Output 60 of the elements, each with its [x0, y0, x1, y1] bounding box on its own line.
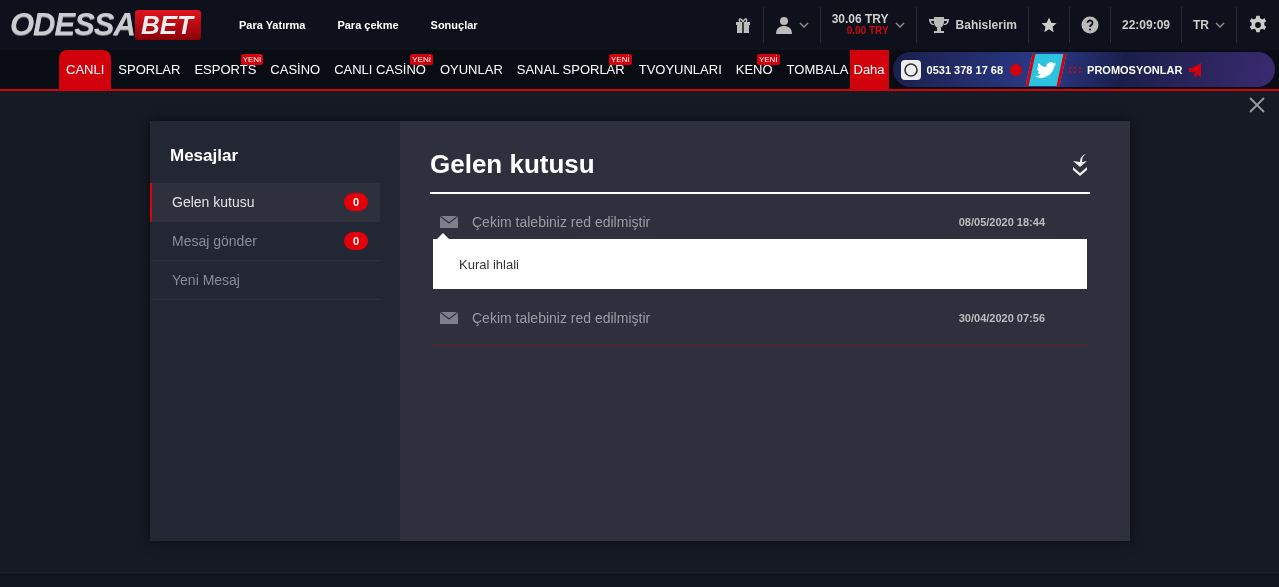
settings-icon[interactable] — [1248, 15, 1268, 35]
message-item[interactable]: Çekim talebiniz red edilmiştir 08/05/2020 18:44 Kural ihlali — [430, 194, 1090, 290]
user-icon[interactable] — [774, 16, 793, 34]
message-date: 08/05/2020 18:44 — [958, 216, 1045, 228]
new-badge: YENİ — [240, 54, 264, 65]
sidebar-item[interactable]: Yeni Mesaj — [150, 261, 380, 300]
trophy-icon — [927, 16, 950, 34]
top-link[interactable]: Para çekme — [337, 19, 399, 31]
nav-tab[interactable]: OYUNLAR — [432, 50, 510, 89]
new-badge: YENİ — [609, 54, 632, 65]
top-link[interactable]: Para Yatırma — [238, 19, 306, 31]
nav-tab[interactable]: KENO YENİ — [728, 50, 780, 89]
sidebar-item-label: Mesaj gönder — [172, 233, 257, 249]
whatsapp-icon[interactable] — [900, 59, 921, 80]
inbox-title: Gelen kutusu — [430, 149, 595, 180]
message-date: 30/04/2020 07:56 — [958, 312, 1045, 324]
promotions-link[interactable]: PROMOSYONLAR — [1087, 63, 1183, 76]
sidebar-item-label: Gelen kutusu — [172, 194, 255, 210]
top-link[interactable]: Sonuçlar — [430, 19, 478, 31]
promo-banner[interactable]: 0531 378 17 68 PROMOSYONLAR — [892, 52, 1275, 87]
bonus-amount: 0.00 TRY — [846, 25, 889, 37]
sidebar-item[interactable]: Gelen kutusu 0 — [150, 183, 380, 222]
sidebar-title: Mesajlar — [169, 146, 240, 167]
chevron-down-icon — [1215, 22, 1225, 28]
logo[interactable]: ODESSA BET — [10, 10, 201, 40]
balance-amount: 30.06 TRY — [831, 13, 889, 25]
sidebar-item-label: Yeni Mesaj — [172, 272, 240, 288]
language-selector[interactable]: TR — [1193, 18, 1209, 32]
phone-number[interactable]: 0531 378 17 68 — [926, 63, 1004, 76]
star-icon[interactable] — [1039, 16, 1058, 34]
new-badge: YENİ — [410, 54, 433, 65]
new-badge: YENİ — [756, 54, 780, 65]
my-bets-label[interactable]: Bahislerim — [955, 18, 1017, 32]
nav-tab[interactable]: SANAL SPORLAR YENİ — [509, 50, 632, 89]
count-badge: 0 — [343, 193, 368, 211]
bird-icon — [1034, 61, 1058, 78]
gift-icon[interactable] — [733, 16, 752, 34]
envelope-icon — [440, 216, 458, 228]
nav-tab[interactable]: CASİNO — [263, 50, 328, 89]
chevron-down-icon — [894, 22, 905, 28]
count-badge: 0 — [343, 232, 368, 250]
message-subject[interactable]: Çekim talebiniz red edilmiştir — [472, 214, 959, 230]
close-icon — [1249, 97, 1265, 113]
nav-tab[interactable]: SPORLAR — [111, 50, 188, 89]
double-chevron-down-icon[interactable] — [1070, 152, 1090, 177]
help-icon[interactable] — [1080, 16, 1099, 34]
message-subject[interactable]: Çekim talebiniz red edilmiştir — [472, 310, 959, 326]
clock: 22:09:09 — [1121, 18, 1170, 32]
message-item[interactable]: Çekim talebiniz red edilmiştir 30/04/2020 07:56 — [430, 290, 1090, 345]
dots-icon — [1069, 66, 1082, 73]
nav-tab[interactable]: CANLI — [59, 50, 112, 89]
nav-tab[interactable]: TVOYUNLARI — [631, 50, 729, 89]
sidebar-item[interactable]: Mesaj gönder 0 — [150, 222, 380, 261]
chevron-down-icon — [798, 22, 809, 28]
nav-tab[interactable]: CANLI CASİNO YENİ — [327, 50, 433, 89]
bubble-pointer — [437, 233, 449, 239]
twitter-button[interactable] — [1025, 53, 1067, 86]
envelope-icon — [440, 312, 458, 324]
more-tab[interactable]: Daha — [849, 50, 889, 89]
nav-tab[interactable]: ESPORTS YENİ — [187, 50, 264, 89]
